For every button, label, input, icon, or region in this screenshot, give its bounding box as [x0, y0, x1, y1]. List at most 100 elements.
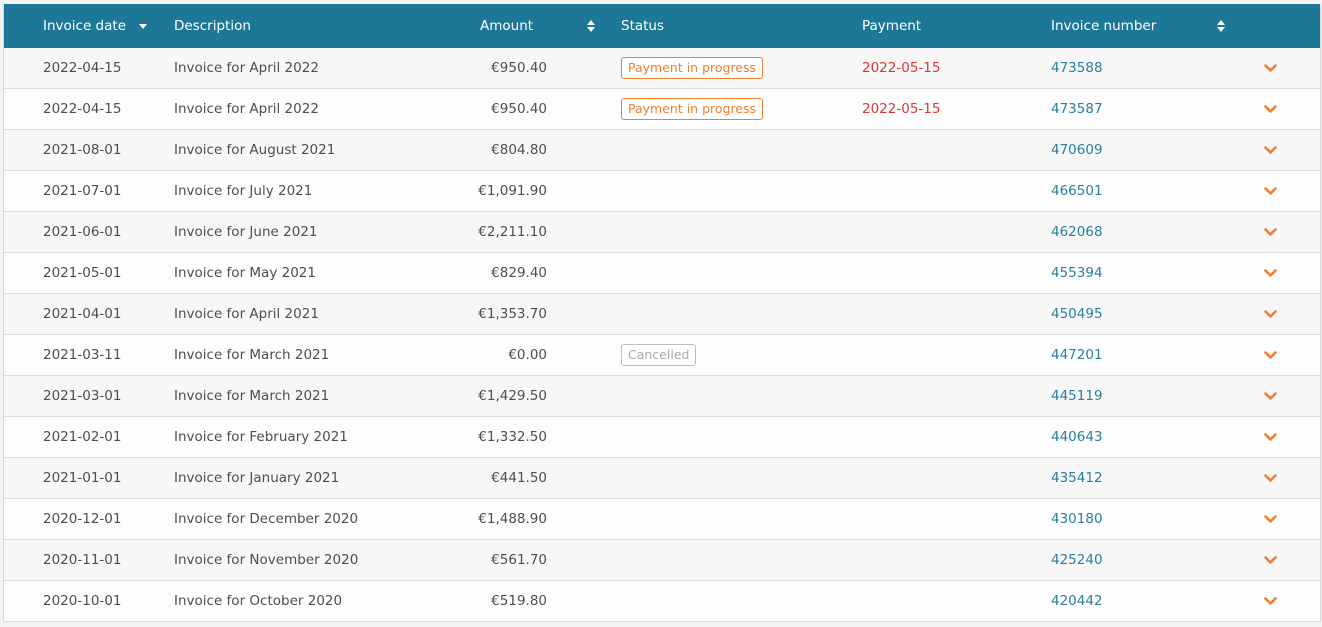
invoice-number-link[interactable]: 455394 [1051, 253, 1103, 293]
invoice-amount: €1,488.90 [478, 511, 547, 527]
column-header-description: Description [174, 18, 251, 34]
chevron-down-icon[interactable] [1264, 458, 1277, 498]
table-body: 2022-04-15 Invoice for April 2022 €950.4… [4, 48, 1320, 622]
invoice-date: 2022-04-15 [43, 60, 122, 76]
table-row[interactable]: 2022-04-15 Invoice for April 2022 €950.4… [4, 48, 1320, 89]
invoice-amount: €561.70 [491, 552, 547, 568]
payment-date: 2022-05-15 [862, 60, 941, 76]
chevron-down-icon[interactable] [1264, 212, 1277, 252]
invoice-number-link[interactable]: 445119 [1051, 376, 1103, 416]
chevron-down-icon[interactable] [1264, 417, 1277, 457]
invoice-date: 2021-06-01 [43, 224, 122, 240]
chevron-down-icon[interactable] [1264, 499, 1277, 539]
sort-both-icon[interactable] [1216, 4, 1226, 48]
invoice-date: 2021-07-01 [43, 183, 122, 199]
invoice-amount: €1,091.90 [478, 183, 547, 199]
invoice-number-link[interactable]: 473587 [1051, 89, 1103, 129]
table-row[interactable]: 2020-12-01 Invoice for December 2020 €1,… [4, 499, 1320, 540]
invoice-date: 2022-04-15 [43, 101, 122, 117]
chevron-down-icon[interactable] [1264, 48, 1277, 88]
invoice-amount: €804.80 [491, 142, 547, 158]
chevron-down-icon[interactable] [1264, 376, 1277, 416]
invoice-description: Invoice for July 2021 [174, 183, 313, 199]
sort-both-icon[interactable] [586, 4, 596, 48]
chevron-down-icon[interactable] [1264, 540, 1277, 580]
invoice-date: 2021-02-01 [43, 429, 122, 445]
invoice-date: 2021-04-01 [43, 306, 122, 322]
invoice-description: Invoice for June 2021 [174, 224, 318, 240]
invoice-description: Invoice for April 2022 [174, 101, 319, 117]
invoice-number-link[interactable]: 420442 [1051, 581, 1103, 621]
invoice-description: Invoice for March 2021 [174, 347, 330, 363]
table-header: Invoice date Description Amount Status P… [4, 4, 1320, 48]
table-row[interactable]: 2021-03-11 Invoice for March 2021 €0.00 … [4, 335, 1320, 376]
invoice-number-link[interactable]: 470609 [1051, 130, 1103, 170]
column-header-invoice-number[interactable]: Invoice number [1051, 4, 1156, 48]
invoice-description: Invoice for April 2021 [174, 306, 319, 322]
chevron-down-icon[interactable] [1264, 171, 1277, 211]
table-row[interactable]: 2021-05-01 Invoice for May 2021 €829.40 … [4, 253, 1320, 294]
column-header-amount[interactable]: Amount [480, 4, 533, 48]
chevron-down-icon[interactable] [1264, 130, 1277, 170]
column-header-status: Status [621, 18, 665, 34]
table-row[interactable]: 2021-04-01 Invoice for April 2021 €1,353… [4, 294, 1320, 335]
invoice-amount: €441.50 [491, 470, 547, 486]
invoice-description: Invoice for August 2021 [174, 142, 336, 158]
invoice-amount: €950.40 [491, 60, 547, 76]
invoice-description: Invoice for May 2021 [174, 265, 316, 281]
invoice-number-link[interactable]: 425240 [1051, 540, 1103, 580]
chevron-down-icon[interactable] [1264, 581, 1277, 621]
table-row[interactable]: 2021-02-01 Invoice for February 2021 €1,… [4, 417, 1320, 458]
invoice-number-link[interactable]: 462068 [1051, 212, 1103, 252]
sort-desc-icon[interactable] [138, 4, 148, 48]
invoice-date: 2021-08-01 [43, 142, 122, 158]
invoice-date: 2020-10-01 [43, 593, 122, 609]
column-header-invoice-date[interactable]: Invoice date [43, 4, 126, 48]
table-row[interactable]: 2022-04-15 Invoice for April 2022 €950.4… [4, 89, 1320, 130]
invoice-date: 2021-03-11 [43, 347, 122, 363]
invoice-number-link[interactable]: 440643 [1051, 417, 1103, 457]
invoice-number-link[interactable]: 473588 [1051, 48, 1103, 88]
invoice-date: 2020-11-01 [43, 552, 122, 568]
invoice-number-link[interactable]: 450495 [1051, 294, 1103, 334]
invoice-description: Invoice for December 2020 [174, 511, 359, 527]
invoice-date: 2021-01-01 [43, 470, 122, 486]
invoice-table: Invoice date Description Amount Status P… [3, 4, 1321, 622]
invoice-description: Invoice for February 2021 [174, 429, 348, 445]
invoice-amount: €1,429.50 [478, 388, 547, 404]
chevron-down-icon[interactable] [1264, 294, 1277, 334]
table-row[interactable]: 2021-06-01 Invoice for June 2021 €2,211.… [4, 212, 1320, 253]
chevron-down-icon[interactable] [1264, 89, 1277, 129]
invoice-description: Invoice for January 2021 [174, 470, 340, 486]
invoice-number-link[interactable]: 435412 [1051, 458, 1103, 498]
invoice-amount: €1,332.50 [478, 429, 547, 445]
invoice-description: Invoice for March 2021 [174, 388, 330, 404]
table-row[interactable]: 2021-08-01 Invoice for August 2021 €804.… [4, 130, 1320, 171]
invoice-date: 2020-12-01 [43, 511, 122, 527]
chevron-down-icon[interactable] [1264, 253, 1277, 293]
table-row[interactable]: 2020-10-01 Invoice for October 2020 €519… [4, 581, 1320, 622]
invoice-description: Invoice for November 2020 [174, 552, 359, 568]
invoice-date: 2021-03-01 [43, 388, 122, 404]
status-badge: Payment in progress [621, 57, 764, 79]
status-badge: Payment in progress [621, 98, 764, 120]
invoice-number-link[interactable]: 447201 [1051, 335, 1103, 375]
invoice-number-link[interactable]: 430180 [1051, 499, 1103, 539]
invoice-number-link[interactable]: 466501 [1051, 171, 1103, 211]
status-badge: Cancelled [621, 344, 697, 366]
table-row[interactable]: 2021-07-01 Invoice for July 2021 €1,091.… [4, 171, 1320, 212]
payment-date: 2022-05-15 [862, 101, 941, 117]
invoice-amount: €2,211.10 [478, 224, 547, 240]
invoice-date: 2021-05-01 [43, 265, 122, 281]
invoice-amount: €950.40 [491, 101, 547, 117]
chevron-down-icon[interactable] [1264, 335, 1277, 375]
table-row[interactable]: 2021-01-01 Invoice for January 2021 €441… [4, 458, 1320, 499]
invoice-amount: €519.80 [491, 593, 547, 609]
invoice-amount: €1,353.70 [478, 306, 547, 322]
invoice-amount: €0.00 [508, 347, 547, 363]
invoice-description: Invoice for October 2020 [174, 593, 343, 609]
table-row[interactable]: 2021-03-01 Invoice for March 2021 €1,429… [4, 376, 1320, 417]
table-row[interactable]: 2020-11-01 Invoice for November 2020 €56… [4, 540, 1320, 581]
invoice-description: Invoice for April 2022 [174, 60, 319, 76]
invoice-amount: €829.40 [491, 265, 547, 281]
